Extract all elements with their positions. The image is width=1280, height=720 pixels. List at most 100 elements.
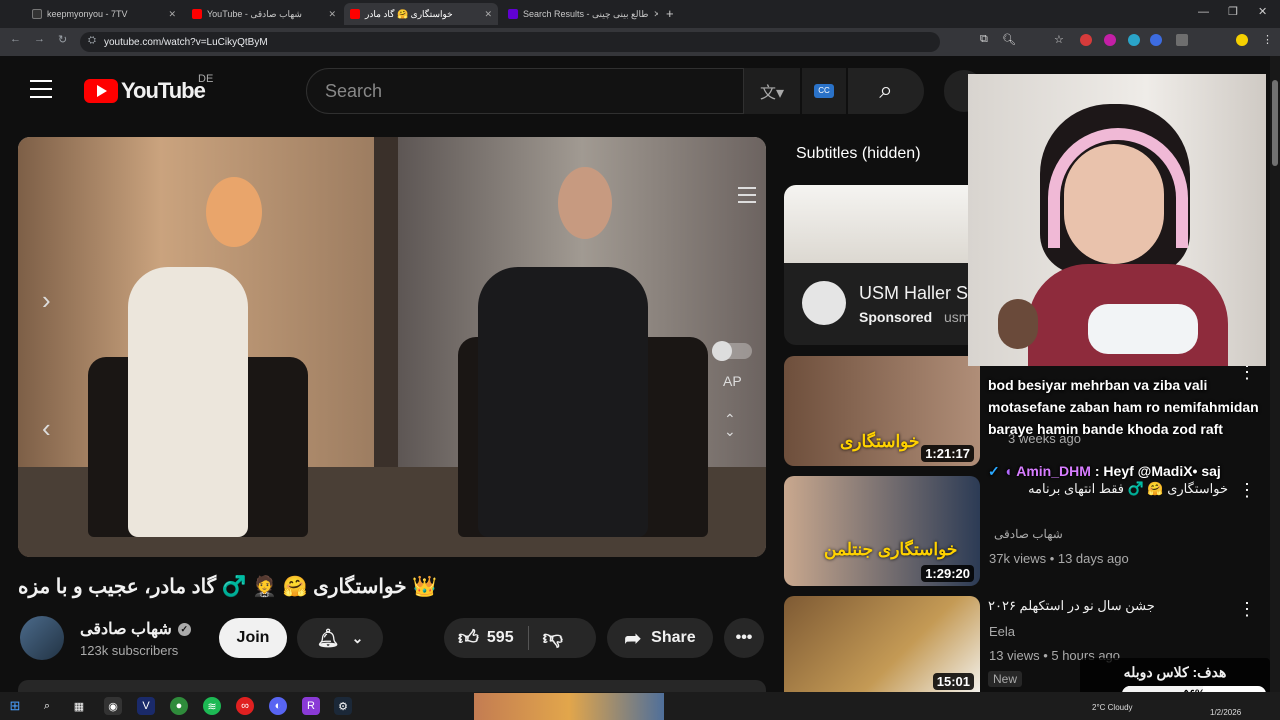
close-icon[interactable]: ✕: [484, 9, 492, 20]
up-down-icon[interactable]: ⌃ ⌄: [724, 412, 736, 438]
new-badge: New: [988, 671, 1023, 687]
sponsored-ad-card[interactable]: USM Haller S Sponsored usm: [784, 185, 984, 345]
discord-icon[interactable]: ◐: [269, 697, 287, 715]
chrome-icon[interactable]: ●: [170, 697, 188, 715]
tab-search-results[interactable]: Search Results - طالع بینی چینی ✕: [502, 3, 658, 25]
video-player[interactable]: › ‹ AP ⌃ ⌄: [18, 137, 766, 557]
forward-icon[interactable]: →: [34, 33, 45, 45]
caption-search-icon[interactable]: CC: [802, 68, 846, 114]
minimize-icon[interactable]: —: [1198, 6, 1209, 18]
profile-avatar[interactable]: [1236, 34, 1248, 46]
like-dislike-group: 👍︎ 595 👎︎: [444, 618, 596, 658]
woman-head: [206, 177, 262, 247]
like-count[interactable]: 595: [487, 629, 514, 647]
yahoo-favicon: [508, 9, 518, 19]
chevron-down-icon: ⌄: [351, 629, 364, 646]
tab-youtube-channel[interactable]: YouTube - شهاب صادقی ✕: [186, 3, 342, 25]
close-icon[interactable]: ✕: [653, 9, 658, 20]
extension-icon[interactable]: [1150, 34, 1162, 46]
zoom-icon[interactable]: 🔍︎: [1002, 33, 1016, 46]
goal-label: هدف: کلاس دوبله: [1123, 664, 1227, 680]
subtitles-status: Subtitles (hidden): [796, 145, 921, 162]
ad-title[interactable]: USM Haller S: [859, 283, 968, 304]
subscribe-notification-button[interactable]: 🔔︎ ⌄: [297, 618, 383, 658]
tab-7tv[interactable]: keepmyonyou - 7TV ✕: [26, 3, 182, 25]
close-icon[interactable]: ✕: [168, 9, 176, 20]
chat-message: ✓ ◖ Amin_DHM : Heyf @MadiX• saj: [988, 463, 1221, 480]
video-thumbnail-1[interactable]: خواستگاری 1:21:17: [784, 356, 980, 466]
duration-badge: 1:21:17: [921, 445, 974, 462]
page-scrollbar[interactable]: [1270, 56, 1280, 692]
video-title-3[interactable]: جشن سال نو در استکهلم ۲۰۲۶: [988, 598, 1228, 614]
prev-arrow-icon[interactable]: ‹: [42, 413, 51, 444]
tab-current-video[interactable]: خواستگاری 🤗 گاد مادر ✕: [344, 3, 498, 25]
reload-icon[interactable]: ↻: [58, 33, 67, 46]
extension-icon[interactable]: [1104, 34, 1116, 46]
extension-icon[interactable]: [1080, 34, 1092, 46]
menu-dots-icon[interactable]: ⋮: [1262, 33, 1273, 46]
description-box[interactable]: [18, 680, 766, 692]
search-icon[interactable]: ⌕: [38, 697, 56, 715]
share-icon: ➦: [624, 627, 642, 650]
chapters-icon[interactable]: [738, 187, 756, 207]
r-app-icon[interactable]: R: [302, 697, 320, 715]
close-icon[interactable]: ✕: [328, 9, 336, 20]
extension-icon[interactable]: [1128, 34, 1140, 46]
youtube-favicon: [350, 9, 360, 19]
divider: [527, 626, 529, 650]
autoplay-toggle[interactable]: [712, 341, 752, 361]
vscode-icon[interactable]: V: [137, 697, 155, 715]
video-thumbnail-3[interactable]: 15:01: [784, 596, 980, 692]
translate-icon[interactable]: 文▾: [744, 68, 800, 114]
7tv-favicon: [32, 9, 42, 19]
new-tab-icon[interactable]: +: [666, 6, 674, 21]
site-info-icon[interactable]: ⛭: [88, 35, 96, 46]
search-button[interactable]: ⌕: [848, 68, 924, 114]
more-actions-button[interactable]: •••: [724, 618, 764, 658]
weather-widget[interactable]: 2°C Cloudy: [1092, 703, 1133, 712]
dislike-icon[interactable]: 👎︎: [543, 626, 563, 650]
channel-name[interactable]: شهاب صادقی: [80, 619, 172, 639]
next-arrow-icon[interactable]: ›: [42, 285, 51, 316]
join-button[interactable]: Join: [219, 618, 287, 658]
windows-start-icon[interactable]: ⊞: [6, 697, 24, 715]
maximize-icon[interactable]: ❐: [1228, 5, 1238, 18]
chat-line: bod besiyar mehrban va ziba vali: [988, 377, 1208, 393]
channel-name-row[interactable]: شهاب صادقی ✓: [80, 619, 191, 639]
chat-username: Amin_DHM: [1016, 463, 1091, 479]
chat-overlay: bod besiyar mehrban va ziba vali motasef…: [972, 366, 1272, 566]
steam-icon[interactable]: ⚙: [334, 697, 352, 715]
install-icon[interactable]: ⧉: [980, 33, 988, 46]
obs-icon[interactable]: ◉: [104, 697, 122, 715]
channel-avatar[interactable]: [20, 616, 64, 660]
taskbar-date[interactable]: 1/2/2026: [1210, 708, 1241, 717]
spotify-icon[interactable]: ≋: [203, 697, 221, 715]
hamburger-menu-icon[interactable]: [30, 80, 52, 98]
creative-cloud-icon[interactable]: ∞: [236, 697, 254, 715]
task-view-icon[interactable]: ▦: [70, 697, 88, 715]
chat-badge-icon: ✓: [988, 463, 1000, 479]
ad-image: [784, 185, 984, 263]
video-thumbnail-2[interactable]: خواستگاری جنتلمن 1:29:20: [784, 476, 980, 586]
ad-logo: [802, 281, 846, 325]
back-icon[interactable]: ←: [10, 33, 21, 45]
search-icon: ⌕: [879, 77, 893, 104]
search-input[interactable]: Search: [306, 68, 744, 114]
channel-name-3[interactable]: Eela: [989, 624, 1015, 639]
man-head: [558, 167, 612, 239]
verified-icon: ✓: [177, 622, 191, 636]
youtube-logo-icon[interactable]: [84, 79, 118, 103]
ad-domain: usm: [944, 309, 971, 325]
more-vertical-icon[interactable]: ⋮: [1238, 599, 1256, 620]
youtube-logo-text[interactable]: YouTube: [121, 78, 206, 104]
scrollbar-thumb[interactable]: [1272, 80, 1278, 166]
like-icon[interactable]: 👍︎: [458, 626, 479, 650]
share-button[interactable]: ➦ Share: [607, 618, 713, 658]
puzzle-icon[interactable]: [1176, 34, 1188, 46]
subscriber-count: 123k subscribers: [80, 643, 179, 658]
url-field[interactable]: ⛭ youtube.com/watch?v=LuCikyQtByM: [80, 32, 940, 52]
thumb-text: خواستگاری: [840, 432, 920, 451]
bookmark-star-icon[interactable]: ☆: [1054, 33, 1064, 46]
more-dots-icon: •••: [735, 629, 753, 646]
window-close-icon[interactable]: ✕: [1258, 5, 1267, 18]
